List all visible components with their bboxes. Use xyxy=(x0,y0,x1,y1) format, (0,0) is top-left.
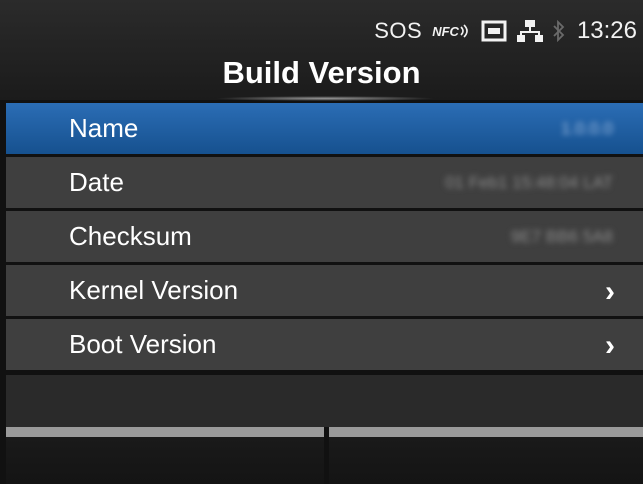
right-softkey-button[interactable] xyxy=(329,427,643,484)
network-icon xyxy=(516,19,543,43)
menu-item-label: Boot Version xyxy=(69,329,217,359)
clock: 13:26 xyxy=(576,17,637,44)
header: SOS NFC 13:26 Build Version xyxy=(0,0,643,101)
left-softkey-button[interactable] xyxy=(6,427,324,484)
menu-item-label: Name xyxy=(69,113,139,143)
chevron-right-icon: › xyxy=(605,329,615,362)
menu-item-label: Date xyxy=(69,167,124,197)
bluetooth-icon xyxy=(553,20,565,42)
title-underline xyxy=(215,96,435,101)
menu-item-name[interactable]: Name 1.0.0.0 xyxy=(6,103,643,154)
menu-item-checksum[interactable]: Checksum 9E7 BB6 5A8 xyxy=(6,211,643,262)
menu-item-value: 1.0.0.0 xyxy=(561,118,613,138)
softkey-bar xyxy=(0,427,643,484)
menu-list: Name 1.0.0.0 Date 01 Feb1 15:48:04 LAT C… xyxy=(6,103,643,373)
menu-item-date[interactable]: Date 01 Feb1 15:48:04 LAT xyxy=(6,157,643,208)
menu-item-label: Kernel Version xyxy=(69,275,239,305)
menu-item-label: Checksum xyxy=(69,221,192,251)
nfc-label: NFC xyxy=(432,23,459,39)
page-title: Build Version xyxy=(222,55,421,90)
sos-indicator: SOS xyxy=(374,18,423,43)
menu-item-value: 9E7 BB6 5A8 xyxy=(510,226,613,246)
menu-item-value: 01 Feb1 15:48:04 LAT xyxy=(445,172,613,192)
status-bar: SOS NFC 13:26 xyxy=(374,16,637,46)
chevron-right-icon: › xyxy=(605,275,615,308)
empty-list-area xyxy=(6,375,643,427)
menu-item-kernel-version[interactable]: Kernel Version › xyxy=(6,265,643,316)
sd-card-icon xyxy=(481,20,507,42)
nfc-icon: NFC xyxy=(432,24,471,39)
menu-item-boot-version[interactable]: Boot Version › xyxy=(6,319,643,370)
screen: SOS NFC 13:26 Build Version Name 1.0.0.0… xyxy=(0,0,643,484)
